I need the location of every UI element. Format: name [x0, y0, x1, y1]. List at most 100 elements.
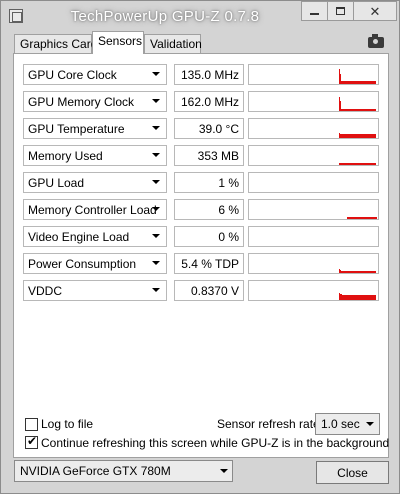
graph-bar — [374, 295, 375, 300]
graph-bar — [358, 295, 359, 300]
sensor-name-dropdown[interactable]: GPU Load — [23, 172, 167, 193]
sensor-row-gpu-load: GPU Load 1 % — [23, 172, 379, 193]
sensor-name-dropdown[interactable]: GPU Temperature — [23, 118, 167, 139]
graph-bar — [361, 81, 362, 84]
graph-bar — [352, 271, 353, 273]
graph-bar — [373, 109, 374, 111]
graph-bar — [343, 134, 344, 138]
graph-bar — [344, 271, 345, 273]
sensor-name-dropdown[interactable]: Memory Used — [23, 145, 167, 166]
minimize-button[interactable] — [301, 1, 327, 21]
sensor-graph-svg — [347, 217, 377, 219]
sensor-graph — [248, 118, 379, 139]
sensor-graph — [248, 226, 379, 247]
sensor-name-dropdown[interactable]: Power Consumption — [23, 253, 167, 274]
graph-bar — [354, 134, 355, 138]
chevron-down-icon — [152, 126, 160, 130]
app-icon[interactable] — [9, 9, 23, 23]
sensor-graph-svg — [339, 69, 376, 84]
graph-bar — [357, 109, 358, 111]
graph-bar — [374, 134, 375, 138]
graph-bar — [340, 134, 341, 138]
sensor-value: 1 % — [174, 172, 244, 193]
graph-bar — [347, 81, 348, 84]
graph-bar — [341, 109, 342, 111]
graph-bar — [343, 163, 344, 165]
graph-bar — [339, 97, 340, 111]
graph-bar — [374, 163, 375, 165]
graph-bar — [339, 293, 340, 300]
graph-bar — [354, 163, 355, 165]
graph-bar — [342, 109, 343, 111]
gpu-select-value: NVIDIA GeForce GTX 780M — [20, 464, 171, 478]
graph-bar — [344, 295, 345, 300]
sensor-name-dropdown[interactable]: Video Engine Load — [23, 226, 167, 247]
graph-bar — [350, 295, 351, 300]
graph-bar — [347, 217, 348, 219]
graph-bar — [361, 271, 362, 273]
sensor-name-dropdown[interactable]: VDDC — [23, 280, 167, 301]
graph-bar — [344, 134, 345, 138]
graph-bar — [365, 109, 366, 111]
graph-bar — [369, 109, 370, 111]
sensor-name-dropdown[interactable]: Memory Controller Load — [23, 199, 167, 220]
tab-graphics-card[interactable]: Graphics Card — [14, 34, 97, 53]
sensor-graph-svg — [249, 227, 378, 246]
graph-bar — [358, 217, 359, 219]
graph-bar — [339, 269, 340, 273]
gpu-select[interactable]: NVIDIA GeForce GTX 780M — [14, 460, 233, 482]
continue-refresh-label[interactable]: Continue refreshing this screen while GP… — [41, 436, 389, 450]
graph-bar — [343, 295, 344, 300]
graph-bar — [362, 217, 363, 219]
continue-refresh-checkbox[interactable] — [25, 434, 38, 449]
tab-sensors[interactable]: Sensors — [92, 31, 144, 54]
graph-bar — [371, 271, 372, 273]
tab-validation[interactable]: Validation — [144, 34, 202, 53]
graph-bar — [358, 81, 359, 84]
graph-bar — [350, 163, 351, 165]
sensor-row-gpu-memory-clock: GPU Memory Clock 162.0 MHz — [23, 91, 379, 112]
sensor-name-dropdown[interactable]: GPU Memory Clock — [23, 91, 167, 112]
graph-bar — [375, 109, 376, 111]
graph-bar — [372, 109, 373, 111]
graph-bar — [349, 163, 350, 165]
graph-bar — [346, 134, 347, 138]
camera-icon[interactable] — [368, 34, 384, 48]
graph-bar — [376, 217, 377, 219]
log-to-file-label[interactable]: Log to file — [41, 417, 93, 431]
graph-bar — [352, 295, 353, 300]
graph-bar — [351, 217, 352, 219]
sensor-value: 0.8370 V — [174, 280, 244, 301]
log-to-file-checkbox[interactable] — [25, 418, 38, 431]
refresh-rate-select[interactable]: 1.0 sec — [315, 413, 380, 435]
graph-bar — [369, 217, 370, 219]
sensor-graph-svg — [339, 163, 376, 165]
maximize-button[interactable] — [327, 1, 353, 21]
title-bar[interactable]: TechPowerUp GPU-Z 0.7.8 ✕ — [1, 1, 399, 31]
graph-bar — [367, 163, 368, 165]
sensor-value: 135.0 MHz — [174, 64, 244, 85]
close-button[interactable]: Close — [316, 461, 389, 484]
graph-bar — [359, 271, 360, 273]
graph-bar — [353, 295, 354, 300]
graph-bar — [352, 109, 353, 111]
graph-bar — [346, 81, 347, 84]
graph-bar — [365, 217, 366, 219]
graph-bar — [342, 134, 343, 138]
graph-bar — [359, 81, 360, 84]
close-window-button[interactable]: ✕ — [353, 1, 397, 21]
graph-bar — [360, 109, 361, 111]
graph-bar — [359, 295, 360, 300]
graph-bar — [352, 134, 353, 138]
graph-bar — [354, 295, 355, 300]
graph-bar — [341, 134, 342, 138]
graph-bar — [354, 217, 355, 219]
graph-bar — [352, 217, 353, 219]
graph-bar — [365, 295, 366, 300]
graph-bar — [374, 217, 375, 219]
sensor-name-dropdown[interactable]: GPU Core Clock — [23, 64, 167, 85]
chevron-down-icon — [152, 99, 160, 103]
graph-bar — [351, 295, 352, 300]
graph-bar — [375, 271, 376, 273]
graph-bar — [371, 163, 372, 165]
